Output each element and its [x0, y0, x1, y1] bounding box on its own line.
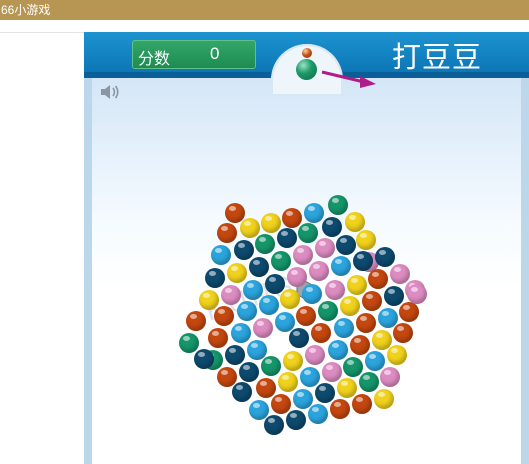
bean-pink[interactable] [287, 267, 307, 287]
bean-navy[interactable] [225, 345, 245, 365]
bean-yellow[interactable] [240, 218, 260, 238]
bean-navy[interactable] [249, 257, 269, 277]
bean-yellow[interactable] [199, 290, 219, 310]
bean-green[interactable] [343, 357, 363, 377]
bean-blue[interactable] [211, 245, 231, 265]
bean-navy[interactable] [315, 383, 335, 403]
bean-blue[interactable] [231, 323, 251, 343]
bean-blue[interactable] [304, 203, 324, 223]
bean-pink[interactable] [322, 362, 342, 382]
bean-navy[interactable] [232, 382, 252, 402]
bean-navy[interactable] [264, 415, 284, 435]
bean-yellow[interactable] [345, 212, 365, 232]
bean-yellow[interactable] [387, 345, 407, 365]
bean-yellow[interactable] [278, 372, 298, 392]
bean-pink[interactable] [221, 285, 241, 305]
bean-blue[interactable] [328, 340, 348, 360]
bean-orange[interactable] [271, 394, 291, 414]
left-pane [0, 33, 84, 464]
bean-green[interactable] [179, 333, 199, 353]
site-header: 66小游戏 [0, 0, 529, 20]
bean-pink[interactable] [325, 280, 345, 300]
bean-pink[interactable] [253, 318, 273, 338]
bean-yellow[interactable] [280, 289, 300, 309]
bean-yellow[interactable] [340, 296, 360, 316]
bean-blue[interactable] [243, 280, 263, 300]
bean-orange[interactable] [368, 269, 388, 289]
bean-orange[interactable] [352, 394, 372, 414]
bean-navy[interactable] [277, 228, 297, 248]
bean-orange[interactable] [362, 291, 382, 311]
bean-orange[interactable] [311, 323, 331, 343]
bean-navy[interactable] [239, 362, 259, 382]
bean-blue[interactable] [365, 351, 385, 371]
bean-green[interactable] [271, 251, 291, 271]
bean-orange[interactable] [186, 311, 206, 331]
bean-navy[interactable] [194, 349, 214, 369]
bean-navy[interactable] [289, 328, 309, 348]
bean-navy[interactable] [205, 268, 225, 288]
bean-navy[interactable] [336, 235, 356, 255]
bean-green[interactable] [328, 195, 348, 215]
bean-blue[interactable] [331, 256, 351, 276]
bean-orange[interactable] [217, 223, 237, 243]
bean-navy[interactable] [286, 410, 306, 430]
bean-pink[interactable] [390, 264, 410, 284]
bean-orange[interactable] [399, 302, 419, 322]
bean-green[interactable] [298, 223, 318, 243]
bean-navy[interactable] [384, 286, 404, 306]
bean-green[interactable] [255, 234, 275, 254]
bean-pink[interactable] [315, 238, 335, 258]
bean-orange[interactable] [393, 323, 413, 343]
bean-orange[interactable] [214, 306, 234, 326]
bean-navy[interactable] [375, 247, 395, 267]
bean-yellow[interactable] [374, 389, 394, 409]
bean-navy[interactable] [234, 240, 254, 260]
bean-navy[interactable] [353, 251, 373, 271]
bean-yellow[interactable] [356, 230, 376, 250]
bean-blue[interactable] [300, 367, 320, 387]
bean-orange[interactable] [208, 328, 228, 348]
bean-orange[interactable] [256, 378, 276, 398]
bean-green[interactable] [359, 372, 379, 392]
bean-navy[interactable] [322, 217, 342, 237]
bean-green[interactable] [261, 356, 281, 376]
bean-yellow[interactable] [337, 378, 357, 398]
bean-green[interactable] [318, 301, 338, 321]
bean-pink[interactable] [407, 284, 427, 304]
bean-blue[interactable] [259, 295, 279, 315]
bean-board[interactable]: KUNS [84, 32, 529, 464]
bean-blue[interactable] [237, 301, 257, 321]
bean-pink[interactable] [309, 261, 329, 281]
bean-yellow[interactable] [261, 213, 281, 233]
bean-orange[interactable] [350, 335, 370, 355]
bean-orange[interactable] [356, 313, 376, 333]
bean-orange[interactable] [296, 306, 316, 326]
bean-yellow[interactable] [227, 263, 247, 283]
bean-yellow[interactable] [283, 351, 303, 371]
bean-pink[interactable] [305, 345, 325, 365]
bean-pink[interactable] [380, 367, 400, 387]
bean-orange[interactable] [330, 399, 350, 419]
bean-orange[interactable] [282, 208, 302, 228]
bean-pink[interactable] [293, 245, 313, 265]
bean-blue[interactable] [302, 284, 322, 304]
site-title: 66小游戏 [1, 3, 51, 17]
bean-blue[interactable] [308, 404, 328, 424]
bean-blue[interactable] [334, 318, 354, 338]
bean-yellow[interactable] [347, 275, 367, 295]
